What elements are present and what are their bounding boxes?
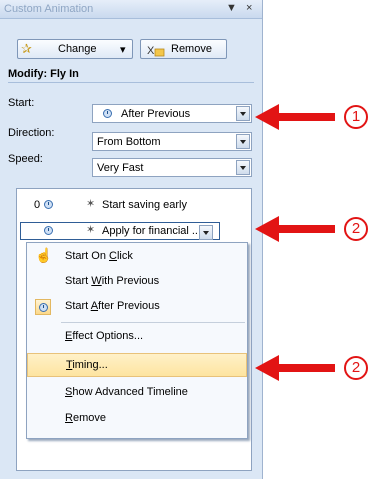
list-item-index: 0 [34,199,41,211]
start-value: After Previous [121,108,191,120]
menu-item-effect-options[interactable]: Effect Options... [27,325,247,349]
modify-divider [8,82,254,83]
remove-label: Remove [171,43,212,55]
start-select[interactable]: After Previous [92,104,252,123]
fly-in-effect-icon: ✶ [86,224,96,236]
menu-item-start-with-previous[interactable]: Start With Previous [27,270,247,294]
modify-heading: Modify: Fly In [8,68,79,80]
fly-in-effect-icon: ✶ [86,198,96,210]
menu-item-start-on-click[interactable]: ☝ Start On Click [27,245,247,269]
clock-icon [44,226,53,235]
direction-select[interactable]: From Bottom [92,132,252,151]
svg-text:X: X [147,45,155,57]
arrow-left-icon [255,104,335,130]
menu-item-show-advanced-timeline[interactable]: Show Advanced Timeline [27,381,247,405]
direction-label: Direction: [8,127,55,139]
menu-item-label: Remove [65,412,106,424]
menu-item-label: Start On Click [65,250,133,262]
remove-button[interactable]: X Remove [140,39,227,59]
clock-icon [44,200,53,209]
speed-select[interactable]: Very Fast [92,158,252,177]
pane-close-icon[interactable]: × [246,2,252,14]
arrow-left-icon [255,355,335,381]
menu-item-remove[interactable]: Remove [27,407,247,431]
menu-item-start-after-previous[interactable]: Start After Previous [27,295,247,319]
arrow-left-icon [255,216,335,242]
direction-value: From Bottom [97,136,161,148]
speed-value: Very Fast [97,162,144,174]
pane-title: Custom Animation [4,3,94,15]
menu-item-label: Timing... [66,359,108,371]
pane-titlebar: Custom Animation ▼ × [0,0,262,19]
clock-icon [35,299,51,315]
callout-badge-1: 1 [344,105,368,129]
chevron-down-icon[interactable] [236,106,250,121]
change-label: Change [58,43,97,55]
list-item-label: Start saving early [102,199,187,211]
custom-animation-pane: Custom Animation ▼ × ✰ Change ▾ X Remove… [0,0,263,479]
context-menu: ☝ Start On Click Start With Previous Sta… [26,242,248,439]
menu-item-timing[interactable]: Timing... [27,353,247,377]
menu-item-label: Start After Previous [65,300,160,312]
pane-menu-dropdown-icon[interactable]: ▼ [226,2,237,14]
list-item-label: Apply for financial ... [102,225,202,237]
menu-separator [61,322,245,323]
change-star-icon: ✰ [21,41,32,56]
change-button[interactable]: ✰ Change ▾ [17,39,133,59]
item-menu-dropdown[interactable] [199,225,213,240]
remove-effect-icon: X [147,45,165,57]
speed-label: Speed: [8,153,43,165]
menu-item-label: Show Advanced Timeline [65,386,188,398]
chevron-down-icon[interactable] [236,134,250,149]
menu-item-label: Start With Previous [65,275,160,287]
mouse-pointer-icon: ☝ [35,247,53,263]
chevron-down-icon: ▾ [120,44,126,56]
menu-item-label: Effect Options... [65,330,144,342]
clock-icon [103,109,112,118]
callout-badge-2: 2 [344,356,368,380]
callout-badge-2: 2 [344,217,368,241]
start-label: Start: [8,97,35,109]
chevron-down-icon[interactable] [236,160,250,175]
